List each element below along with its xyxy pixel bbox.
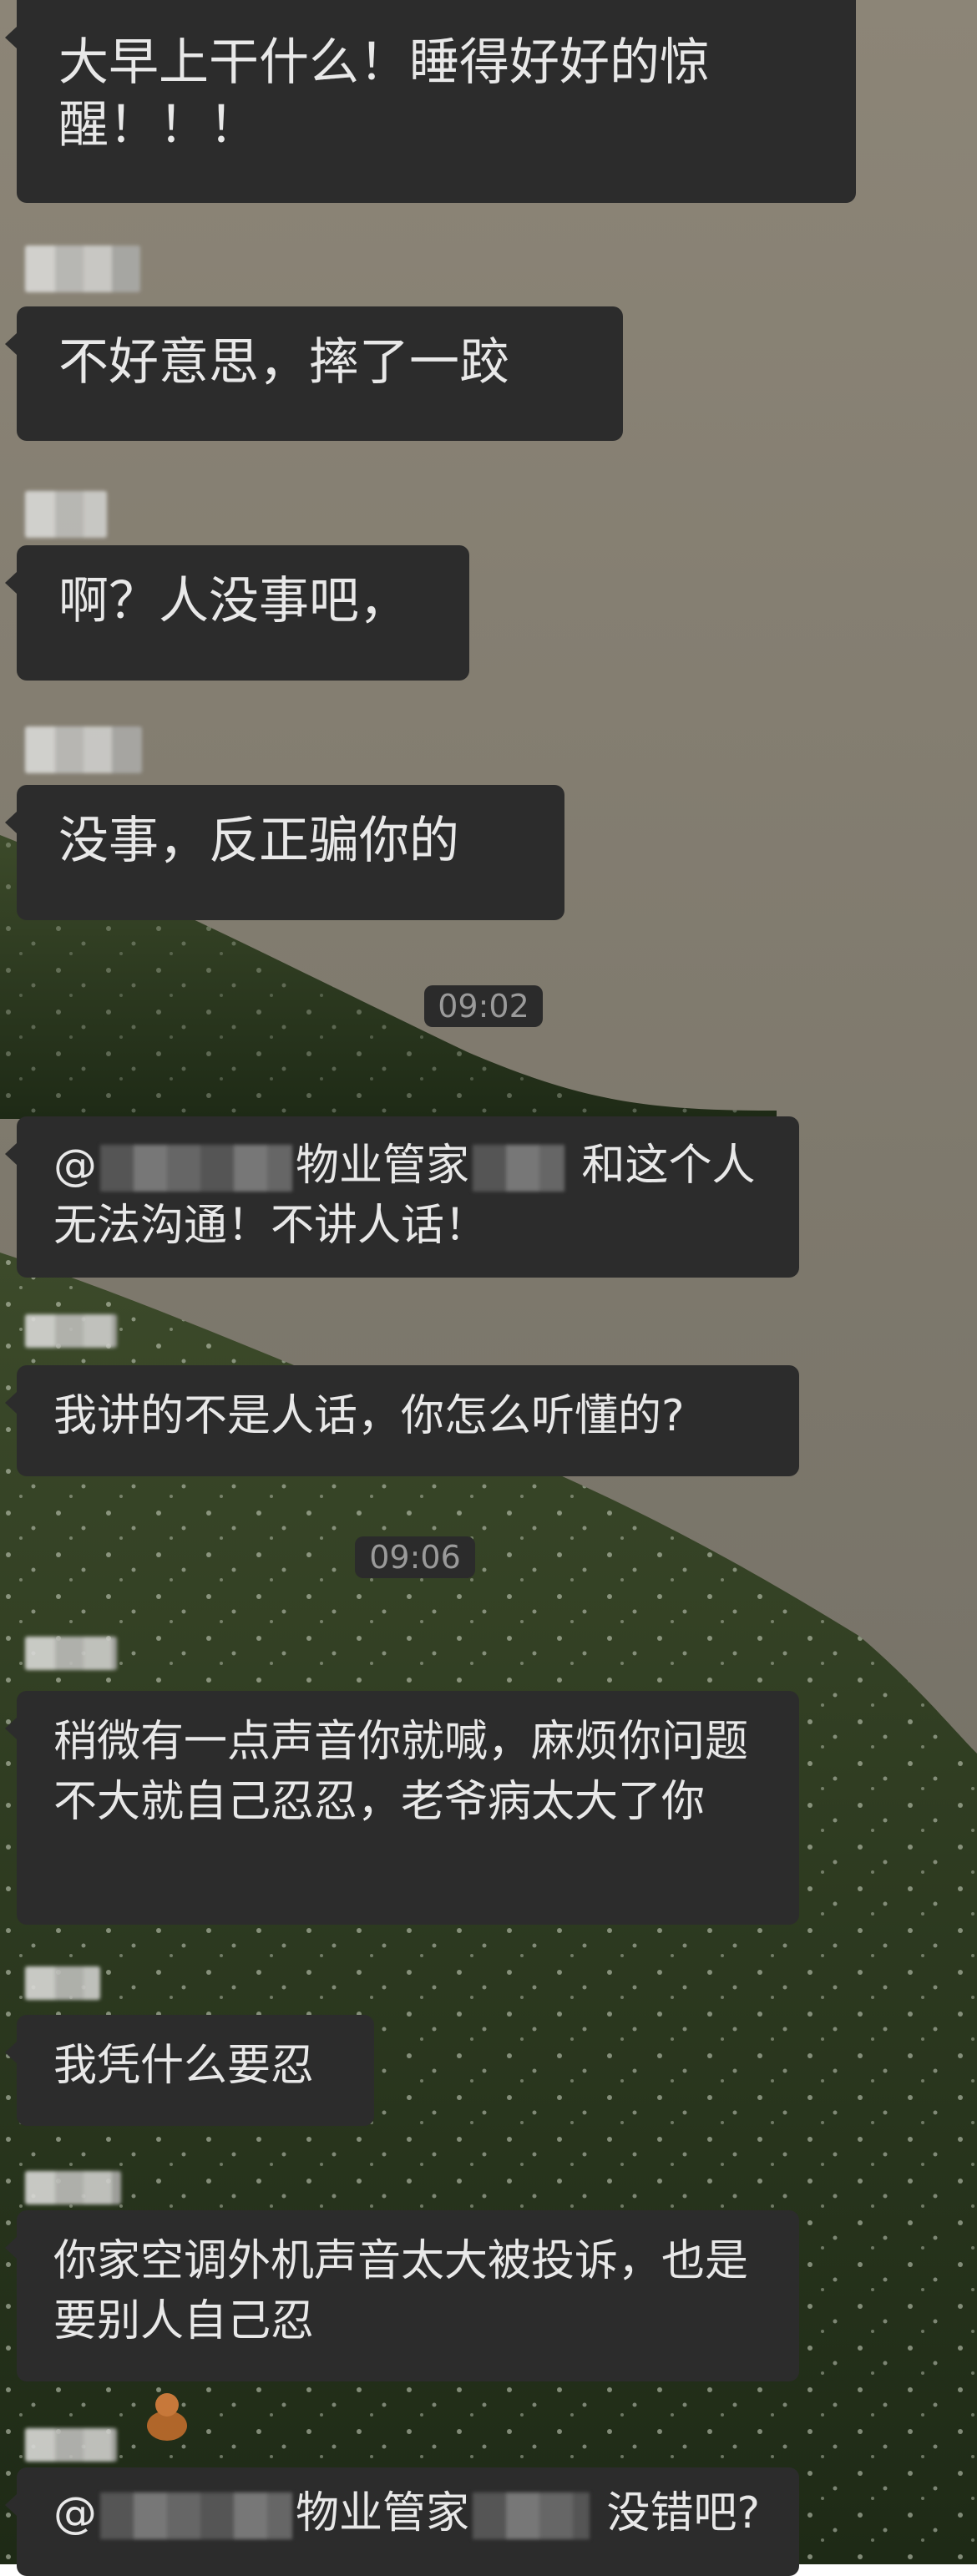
redacted-name: [473, 2492, 590, 2539]
sender-name-redacted: [25, 1966, 100, 2000]
redacted-name: [100, 1145, 292, 1192]
timestamp: 09:06: [355, 1536, 475, 1578]
message-bubble[interactable]: 你家空调外机声音太大被投诉，也是要别人自己忍: [5, 2210, 799, 2381]
message-bubble[interactable]: 没事，反正骗你的: [5, 785, 564, 920]
message-text: 不好意思，摔了一跤: [58, 333, 509, 392]
sender-name-redacted: [25, 726, 142, 773]
sender-name-redacted: [25, 491, 107, 538]
message-bubble[interactable]: 我讲的不是人话，你怎么听懂的?: [5, 1365, 799, 1476]
timestamp: 09:02: [424, 985, 543, 1027]
message-text: 大早上干什么！睡得好好的惊醒！！！: [58, 33, 710, 154]
message-text: 你家空调外机声音太大被投诉，也是要别人自己忍: [53, 2236, 749, 2346]
message-bubble[interactable]: 大早上干什么！睡得好好的惊醒！！！: [5, 0, 856, 203]
sender-name-redacted: [25, 2171, 121, 2204]
message-bubble[interactable]: 我凭什么要忍: [5, 2015, 374, 2126]
chat-message-list: 大早上干什么！睡得好好的惊醒！！！ 不好意思，摔了一跤 啊？人没事吧， 没事，反…: [0, 0, 977, 2576]
message-text: 没事，反正骗你的: [58, 812, 459, 870]
sender-name-redacted: [25, 1314, 117, 1348]
sender-name-redacted: [25, 245, 140, 292]
sender-name-redacted: [25, 1637, 117, 1670]
message-bubble[interactable]: 啊？人没事吧，: [5, 545, 469, 681]
message-text: 稍微有一点声音你就喊，麻烦你问题不大就自己忍忍，老爷病太大了你: [53, 1717, 749, 1827]
sender-name-redacted: [25, 2428, 117, 2462]
message-text: 我讲的不是人话，你怎么听懂的?: [53, 1391, 685, 1441]
message-bubble[interactable]: @ 物业管家 没错吧?: [5, 2467, 799, 2576]
message-bubble[interactable]: @ 物业管家 和这个人 无法沟通！不讲人话！: [5, 1116, 799, 1278]
message-bubble[interactable]: 稍微有一点声音你就喊，麻烦你问题不大就自己忍忍，老爷病太大了你: [5, 1691, 799, 1925]
message-line-1: @ 物业管家 和这个人: [53, 1141, 756, 1192]
message-text: 我凭什么要忍: [53, 2041, 315, 2091]
message-text: 啊？人没事吧，: [58, 572, 409, 630]
redacted-name: [473, 1145, 565, 1192]
message-line-2: 无法沟通！不讲人话！: [53, 1200, 488, 1251]
redacted-name: [100, 2492, 292, 2539]
message-bubble[interactable]: 不好意思，摔了一跤: [5, 306, 623, 441]
